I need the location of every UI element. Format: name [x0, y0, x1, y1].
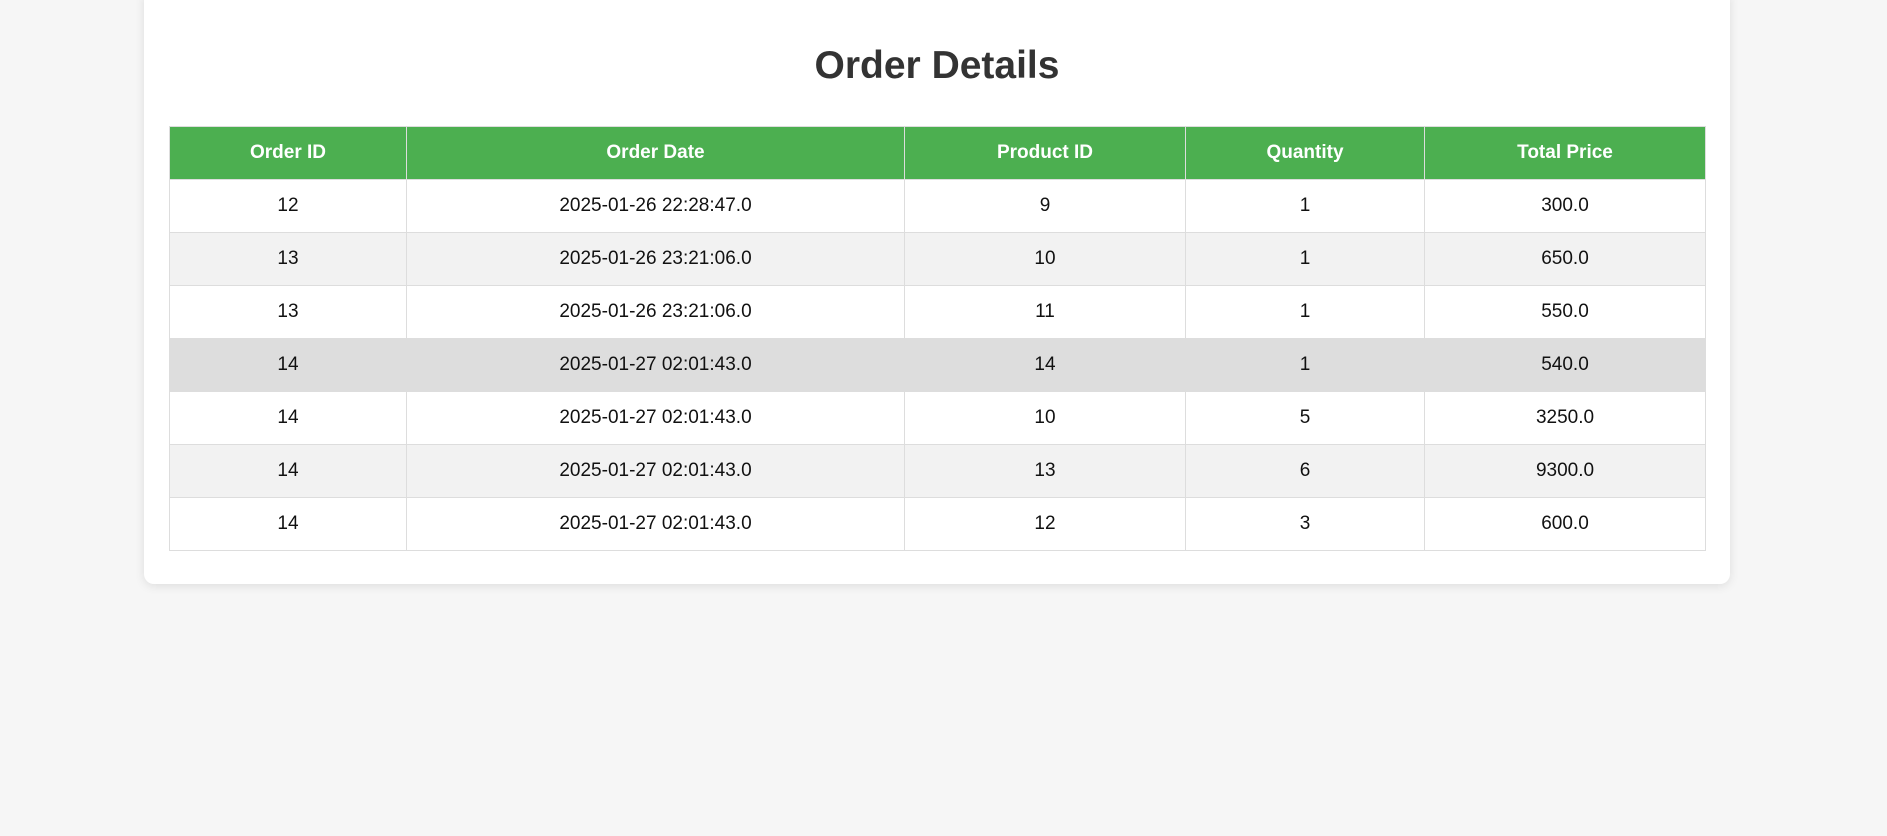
table-row: 14 2025-01-27 02:01:43.0 12 3 600.0: [169, 497, 1706, 551]
table-row: 14 2025-01-27 02:01:43.0 13 6 9300.0: [169, 444, 1706, 498]
cell-total-price: 600.0: [1424, 497, 1706, 551]
column-header-order-id: Order ID: [169, 126, 407, 180]
cell-quantity: 5: [1185, 391, 1425, 445]
cell-order-id: 14: [169, 444, 407, 498]
cell-total-price: 540.0: [1424, 338, 1706, 392]
cell-quantity: 6: [1185, 444, 1425, 498]
cell-order-date: 2025-01-27 02:01:43.0: [406, 391, 905, 445]
column-header-product-id: Product ID: [904, 126, 1186, 180]
cell-total-price: 550.0: [1424, 285, 1706, 339]
cell-quantity: 3: [1185, 497, 1425, 551]
table-row-hovered: 14 2025-01-27 02:01:43.0 14 1 540.0: [169, 338, 1706, 392]
cell-order-date: 2025-01-26 22:28:47.0: [406, 179, 905, 233]
cell-order-date: 2025-01-26 23:21:06.0: [406, 285, 905, 339]
table-row: 13 2025-01-26 23:21:06.0 11 1 550.0: [169, 285, 1706, 339]
cell-quantity: 1: [1185, 179, 1425, 233]
cell-product-id: 9: [904, 179, 1186, 233]
cell-order-date: 2025-01-27 02:01:43.0: [406, 497, 905, 551]
order-details-card: Order Details Order ID Order Date Produc…: [144, 0, 1730, 584]
column-header-total-price: Total Price: [1424, 126, 1706, 180]
cell-quantity: 1: [1185, 232, 1425, 286]
cell-total-price: 300.0: [1424, 179, 1706, 233]
table-header-row: Order ID Order Date Product ID Quantity …: [169, 126, 1706, 180]
cell-product-id: 11: [904, 285, 1186, 339]
cell-total-price: 9300.0: [1424, 444, 1706, 498]
cell-product-id: 10: [904, 391, 1186, 445]
cell-order-date: 2025-01-26 23:21:06.0: [406, 232, 905, 286]
cell-quantity: 1: [1185, 285, 1425, 339]
cell-product-id: 13: [904, 444, 1186, 498]
cell-order-id: 13: [169, 285, 407, 339]
orders-table: Order ID Order Date Product ID Quantity …: [169, 126, 1706, 551]
cell-order-id: 13: [169, 232, 407, 286]
cell-product-id: 10: [904, 232, 1186, 286]
page-title: Order Details: [814, 44, 1060, 87]
table-row: 12 2025-01-26 22:28:47.0 9 1 300.0: [169, 179, 1706, 233]
cell-total-price: 650.0: [1424, 232, 1706, 286]
cell-quantity: 1: [1185, 338, 1425, 392]
cell-total-price: 3250.0: [1424, 391, 1706, 445]
table-row: 14 2025-01-27 02:01:43.0 10 5 3250.0: [169, 391, 1706, 445]
cell-order-id: 14: [169, 338, 407, 392]
cell-order-date: 2025-01-27 02:01:43.0: [406, 338, 905, 392]
column-header-quantity: Quantity: [1185, 126, 1425, 180]
cell-product-id: 14: [904, 338, 1186, 392]
column-header-order-date: Order Date: [406, 126, 905, 180]
table-row: 13 2025-01-26 23:21:06.0 10 1 650.0: [169, 232, 1706, 286]
cell-order-id: 12: [169, 179, 407, 233]
cell-order-id: 14: [169, 391, 407, 445]
cell-order-id: 14: [169, 497, 407, 551]
cell-product-id: 12: [904, 497, 1186, 551]
cell-order-date: 2025-01-27 02:01:43.0: [406, 444, 905, 498]
